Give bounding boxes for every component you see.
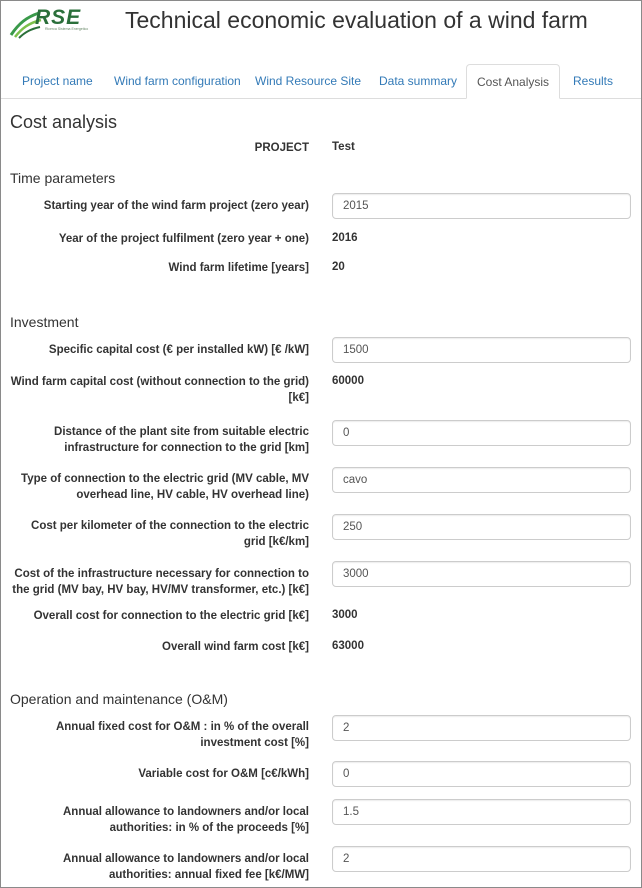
tab-wind-resource-site[interactable]: Wind Resource Site: [245, 64, 371, 98]
om-variable-cost-label: Variable cost for O&M [c€/kWh]: [138, 768, 309, 780]
overall-farm-cost-label: Overall wind farm cost [k€]: [162, 641, 309, 653]
om-fixed-cost-label: Annual fixed cost for O&M : in % of the …: [55, 721, 309, 749]
allowance-fee-label: Annual allowance to landowners and/or lo…: [62, 853, 309, 881]
project-label: PROJECT: [254, 142, 309, 154]
tab-wind-farm-configuration[interactable]: Wind farm configuration: [104, 64, 251, 98]
overall-connection-cost-value: 3000: [332, 609, 358, 621]
section-investment: Investment: [10, 314, 79, 330]
tab-bar: Project name Wind farm configuration Win…: [1, 64, 641, 99]
section-time-parameters: Time parameters: [10, 170, 116, 186]
allowance-percent-label: Annual allowance to landowners and/or lo…: [62, 806, 309, 834]
connection-type-input[interactable]: cavo: [332, 467, 631, 493]
grid-distance-input[interactable]: 0: [332, 420, 631, 446]
page-title: Cost analysis: [10, 112, 118, 132]
om-fixed-cost-input[interactable]: 2: [332, 715, 631, 741]
section-operation-maintenance: Operation and maintenance (O&M): [10, 691, 228, 707]
tab-data-summary[interactable]: Data summary: [369, 64, 467, 98]
cost-per-km-input[interactable]: 250: [332, 514, 631, 540]
lifetime-value: 20: [332, 261, 345, 273]
wind-farm-capital-cost-label: Wind farm capital cost (without connecti…: [10, 376, 309, 404]
logo-subtitle: Ricerca Sistema Energetico: [45, 27, 89, 31]
connection-type-label: Type of connection to the electric grid …: [21, 473, 309, 501]
overall-farm-cost-value: 63000: [332, 640, 364, 652]
start-year-label: Starting year of the wind farm project (…: [43, 200, 309, 212]
app-header: RSE Ricerca Sistema Energetico Technical…: [1, 1, 641, 63]
app-title: Technical economic evaluation of a wind …: [125, 7, 588, 33]
grid-distance-label: Distance of the plant site from suitable…: [54, 426, 309, 454]
overall-connection-cost-label: Overall cost for connection to the elect…: [33, 610, 309, 622]
infrastructure-cost-input[interactable]: 3000: [332, 561, 631, 587]
start-year-input[interactable]: 2015: [332, 193, 631, 219]
fulfilment-year-value: 2016: [332, 232, 358, 244]
allowance-fee-input[interactable]: 2: [332, 846, 631, 872]
tab-results[interactable]: Results: [563, 64, 623, 98]
lifetime-label: Wind farm lifetime [years]: [168, 262, 310, 274]
tab-project-name[interactable]: Project name: [12, 64, 103, 98]
fulfilment-year-label: Year of the project fulfilment (zero yea…: [58, 233, 309, 245]
cost-per-km-label: Cost per kilometer of the connection to …: [31, 520, 309, 548]
specific-capital-cost-label: Specific capital cost (€ per installed k…: [48, 344, 309, 356]
rse-logo: RSE Ricerca Sistema Energetico: [9, 5, 89, 45]
app-window: RSE Ricerca Sistema Energetico Technical…: [0, 0, 642, 888]
allowance-percent-input[interactable]: 1.5: [332, 799, 631, 825]
om-variable-cost-input[interactable]: 0: [332, 761, 631, 787]
wind-farm-capital-cost-value: 60000: [332, 375, 364, 387]
infrastructure-cost-label: Cost of the infrastructure necessary for…: [12, 568, 309, 596]
tab-cost-analysis[interactable]: Cost Analysis: [466, 64, 561, 99]
specific-capital-cost-input[interactable]: 1500: [332, 337, 631, 363]
project-value: Test: [332, 141, 355, 153]
